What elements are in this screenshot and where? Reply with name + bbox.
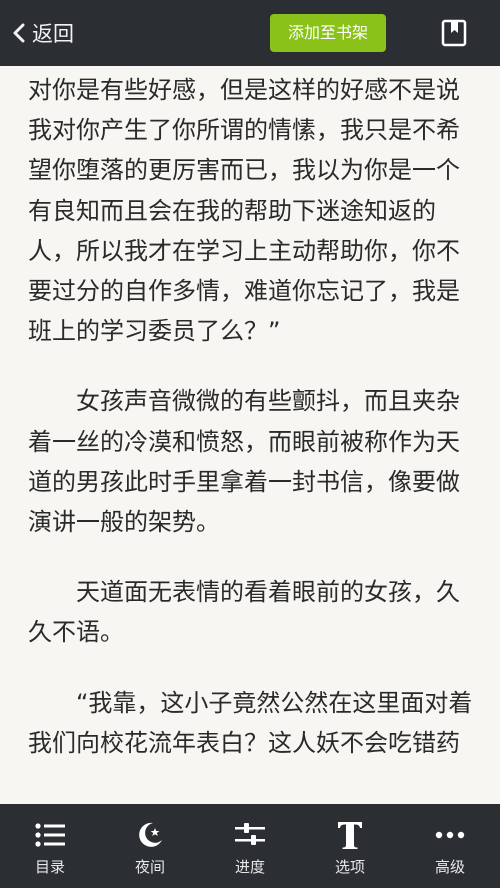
tab-options[interactable]: 选项 — [300, 804, 400, 888]
chevron-left-icon — [13, 23, 25, 43]
reading-content: 对你是有些好感，但是这样的好感不是说我对你产生了你所谓的情愫，我只是不希望你堕落… — [28, 70, 476, 763]
list-icon — [35, 823, 65, 847]
tab-label: 目录 — [34, 858, 65, 876]
paragraph: 女孩声音微微的有些颤抖，而且夹杂着一丝的冷漠和愤怒，而眼前被称作为天道的男孩此时… — [28, 387, 460, 537]
paragraph: 对你是有些好感，但是这样的好感不是说我对你产生了你所谓的情愫，我只是不希望你堕落… — [28, 76, 460, 346]
tab-label: 进度 — [234, 858, 265, 876]
tab-progress[interactable]: 进度 — [200, 804, 300, 888]
progress-icon — [235, 823, 265, 845]
tab-night[interactable]: 夜间 — [100, 804, 200, 888]
add-to-bookshelf-button[interactable]: 添加至书架 — [270, 14, 386, 52]
moon-icon — [139, 822, 162, 847]
back-label: 返回 — [32, 22, 74, 46]
tab-label: 高级 — [434, 858, 465, 876]
bookmark-icon[interactable] — [441, 19, 467, 47]
bottom-toolbar: 目录 夜间 进度 选项 高级 — [0, 804, 500, 888]
paragraph: “我靠，这小子竟然公然在这里面对着我们向校花流年表白？这人妖不会吃错药 — [28, 688, 473, 757]
tab-label: 夜间 — [134, 858, 165, 876]
paragraph: 天道面无表情的看着眼前的女孩，久久不语。 — [28, 578, 460, 647]
tab-label: 选项 — [334, 858, 365, 876]
more-icon — [435, 831, 465, 839]
back-button[interactable]: 返回 — [12, 16, 74, 50]
top-bar: 返回 添加至书架 — [0, 0, 500, 66]
tab-advanced[interactable]: 高级 — [400, 804, 500, 888]
tab-catalog[interactable]: 目录 — [0, 804, 100, 888]
text-icon — [338, 822, 362, 849]
